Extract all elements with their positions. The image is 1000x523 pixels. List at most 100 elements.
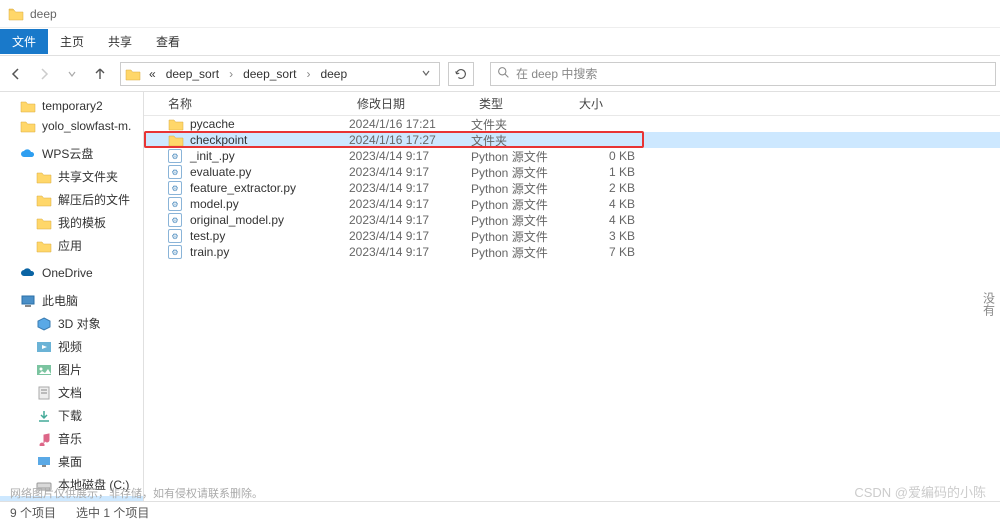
column-headers: 名称 修改日期 类型 大小	[144, 92, 1000, 116]
sidebar-item[interactable]: 桌面	[0, 450, 143, 473]
file-size: 4 KB	[571, 213, 651, 227]
forward-button[interactable]	[32, 62, 56, 86]
breadcrumb-pre[interactable]: «	[145, 65, 160, 83]
back-button[interactable]	[4, 62, 28, 86]
folder-icon	[125, 67, 141, 81]
header-type[interactable]: 类型	[471, 95, 571, 112]
file-icon: ⚙	[168, 197, 184, 211]
file-icon: ⚙	[168, 165, 184, 179]
sidebar-item[interactable]: 3D 对象	[0, 312, 143, 335]
header-name[interactable]: 名称	[144, 95, 349, 112]
tab-home[interactable]: 主页	[48, 29, 96, 54]
sidebar-item[interactable]: 图片	[0, 358, 143, 381]
statusbar: 9 个项目 选中 1 个项目	[0, 501, 1000, 523]
folder-icon	[168, 133, 184, 147]
python-file-icon: ⚙	[168, 181, 182, 195]
file-name: model.py	[190, 197, 239, 211]
header-size[interactable]: 大小	[571, 95, 651, 112]
tab-file[interactable]: 文件	[0, 29, 48, 54]
tab-share[interactable]: 共享	[96, 29, 144, 54]
file-type: 文件夹	[471, 132, 571, 149]
file-icon: ⚙	[168, 181, 184, 195]
sidebar-item[interactable]: 应用	[0, 234, 143, 257]
file-name: _init_.py	[190, 149, 235, 163]
recent-dropdown[interactable]	[60, 62, 84, 86]
address-dropdown[interactable]	[417, 67, 435, 81]
sidebar-item[interactable]: WPS云盘	[0, 142, 143, 165]
sidebar-item[interactable]: 解压后的文件	[0, 188, 143, 211]
sidebar-item[interactable]: temporary2	[0, 96, 143, 116]
file-size: 7 KB	[571, 245, 651, 259]
tree-icon	[36, 363, 52, 377]
sidebar-item[interactable]: 此电脑	[0, 289, 143, 312]
file-row[interactable]: pycache2024/1/16 17:21文件夹	[144, 116, 1000, 132]
breadcrumb-item[interactable]: deep_sort	[239, 65, 300, 83]
file-size: 2 KB	[571, 181, 651, 195]
up-button[interactable]	[88, 62, 112, 86]
file-name: feature_extractor.py	[190, 181, 296, 195]
file-row[interactable]: ⚙feature_extractor.py2023/4/14 9:17Pytho…	[144, 180, 1000, 196]
menubar: 文件 主页 共享 查看	[0, 28, 1000, 56]
file-row[interactable]: ⚙_init_.py2023/4/14 9:17Python 源文件0 KB	[144, 148, 1000, 164]
file-size: 3 KB	[571, 229, 651, 243]
folder-icon	[8, 7, 24, 21]
breadcrumb-item[interactable]: deep_sort	[162, 65, 223, 83]
file-name: pycache	[190, 117, 235, 131]
file-icon: ⚙	[168, 245, 184, 259]
file-name: test.py	[190, 229, 225, 243]
sidebar-item-label: 文档	[58, 384, 82, 401]
file-icon: ⚙	[168, 229, 184, 243]
file-size: 0 KB	[571, 149, 651, 163]
file-row[interactable]: ⚙test.py2023/4/14 9:17Python 源文件3 KB	[144, 228, 1000, 244]
tree-icon	[36, 340, 52, 354]
file-name: checkpoint	[190, 133, 247, 147]
file-date: 2023/4/14 9:17	[349, 165, 471, 179]
tree-icon	[20, 147, 36, 161]
file-list: pycache 2024/1/16 17:21文件夹 checkpoint 2024/…	[144, 116, 1000, 501]
sidebar-item[interactable]: 音乐	[0, 427, 143, 450]
tree-icon	[36, 455, 52, 469]
tree-icon	[36, 216, 52, 230]
file-date: 2023/4/14 9:17	[349, 245, 471, 259]
folder-icon	[168, 117, 184, 131]
file-date: 2024/1/16 17:21	[349, 117, 471, 131]
python-file-icon: ⚙	[168, 229, 182, 243]
sidebar-item[interactable]: 我的模板	[0, 211, 143, 234]
sidebar-item[interactable]: yolo_slowfast-m.	[0, 116, 143, 136]
search-placeholder: 在 deep 中搜索	[516, 65, 597, 82]
file-row[interactable]: ⚙model.py2023/4/14 9:17Python 源文件4 KB	[144, 196, 1000, 212]
tab-view[interactable]: 查看	[144, 29, 192, 54]
file-date: 2023/4/14 9:17	[349, 197, 471, 211]
sidebar-item[interactable]: OneDrive	[0, 263, 143, 283]
sidebar-item-label: temporary2	[42, 99, 103, 113]
file-row[interactable]: ⚙original_model.py2023/4/14 9:17Python 源…	[144, 212, 1000, 228]
preview-panel: 没有	[978, 92, 1000, 501]
breadcrumb-item[interactable]: deep	[316, 65, 351, 83]
addressbar[interactable]: « deep_sort › deep_sort › deep	[120, 62, 440, 86]
file-icon: ⚙	[168, 149, 184, 163]
file-row[interactable]: ⚙evaluate.py2023/4/14 9:17Python 源文件1 KB	[144, 164, 1000, 180]
header-date[interactable]: 修改日期	[349, 95, 471, 112]
search-input[interactable]: 在 deep 中搜索	[490, 62, 996, 86]
item-count: 9 个项目	[10, 504, 56, 521]
refresh-button[interactable]	[448, 62, 474, 86]
file-type: Python 源文件	[471, 244, 571, 261]
tree-icon	[20, 119, 36, 133]
watermark-text: 网络图片仅供展示，非存储，如有侵权请联系删除。	[10, 485, 263, 501]
sidebar-item[interactable]: 下载	[0, 404, 143, 427]
file-date: 2023/4/14 9:17	[349, 213, 471, 227]
file-row[interactable]: ⚙train.py2023/4/14 9:17Python 源文件7 KB	[144, 244, 1000, 260]
sidebar-item[interactable]: 视频	[0, 335, 143, 358]
tree-icon	[36, 386, 52, 400]
file-date: 2024/1/16 17:27	[349, 133, 471, 147]
tree-icon	[36, 317, 52, 331]
sidebar-item-label: 音乐	[58, 430, 82, 447]
tree-icon	[36, 239, 52, 253]
selected-count: 选中 1 个项目	[76, 504, 149, 521]
tree-icon	[36, 193, 52, 207]
file-date: 2023/4/14 9:17	[349, 181, 471, 195]
sidebar-item[interactable]: 共享文件夹	[0, 165, 143, 188]
python-file-icon: ⚙	[168, 149, 182, 163]
sidebar-item[interactable]: 文档	[0, 381, 143, 404]
file-row[interactable]: checkpoint 2024/1/16 17:27文件夹	[144, 132, 1000, 148]
